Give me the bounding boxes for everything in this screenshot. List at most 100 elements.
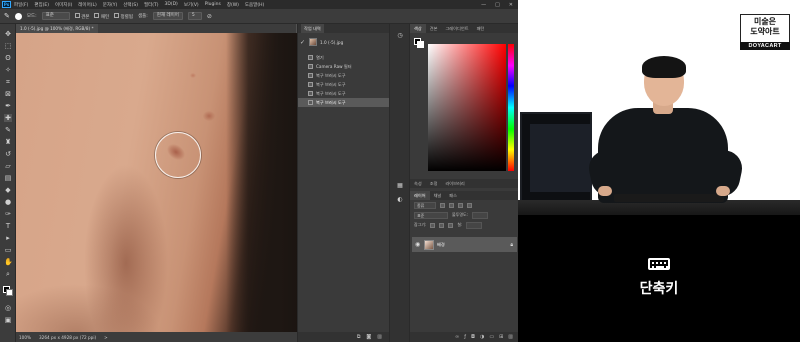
menu-edit[interactable]: 편집(E) <box>34 2 49 8</box>
move-tool-icon[interactable]: ✥ <box>4 30 12 38</box>
menu-3d[interactable]: 3D(D) <box>165 2 178 7</box>
quick-mask-icon[interactable]: ◎ <box>4 304 12 312</box>
tab-channels[interactable]: 채널 <box>430 191 446 200</box>
source-sampled-radio[interactable] <box>74 12 80 18</box>
minimize-button[interactable]: — <box>481 2 486 8</box>
zoom-level[interactable]: 100% <box>19 335 31 340</box>
dodge-tool-icon[interactable]: ● <box>4 198 12 206</box>
source-pattern-radio[interactable] <box>94 12 100 18</box>
history-step[interactable]: 복구 브러시 도구 <box>298 71 390 80</box>
visibility-eye-icon[interactable]: ◉ <box>415 241 421 248</box>
history-source-icon[interactable]: ✓ <box>300 39 306 46</box>
tab-color[interactable]: 색상 <box>410 24 426 33</box>
document-tab[interactable]: 1.0 (-5).jpg @ 100% (배경, RGB/8) * <box>16 24 98 33</box>
close-button[interactable]: ✕ <box>509 2 513 8</box>
lock-position-icon[interactable] <box>448 222 454 228</box>
tab-adjustments[interactable]: 조정 <box>426 179 442 188</box>
tab-swatches[interactable]: 견본 <box>426 24 442 33</box>
menu-window[interactable]: 창(W) <box>227 2 239 8</box>
panel-background-swatch[interactable] <box>417 41 424 48</box>
menu-file[interactable]: 파일(F) <box>14 2 28 8</box>
layer-row[interactable]: ◉ 배경 🔒︎ <box>412 237 517 252</box>
history-brush-tool-icon[interactable]: ↺ <box>4 150 12 158</box>
blend-mode-dropdown[interactable]: 표준 <box>414 211 448 219</box>
menu-view[interactable]: 보기(V) <box>184 2 199 8</box>
menu-select[interactable]: 선택(S) <box>123 2 138 8</box>
adjustment-layer-icon[interactable]: ◑ <box>480 334 484 340</box>
aligned-option[interactable]: 정렬됨 <box>114 12 133 20</box>
eraser-tool-icon[interactable]: ▱ <box>4 162 12 170</box>
type-tool-icon[interactable]: T <box>4 222 12 230</box>
crop-tool-icon[interactable]: ⌗ <box>4 78 12 86</box>
fill-field[interactable] <box>466 221 483 229</box>
mode-dropdown[interactable]: 표준 <box>41 12 70 20</box>
source-sampled-option[interactable]: 견본 <box>74 12 89 20</box>
menu-type[interactable]: 문자(Y) <box>103 2 118 8</box>
history-step-active[interactable]: 복구 브러시 도구 <box>298 98 390 107</box>
tab-gradients[interactable]: 그레이디언트 <box>441 24 472 33</box>
add-mask-icon[interactable]: ◘ <box>471 334 475 340</box>
frame-tool-icon[interactable]: ⊠ <box>4 90 12 98</box>
layer-style-icon[interactable]: ƒ <box>464 334 466 340</box>
brush-preset-picker[interactable] <box>14 12 22 20</box>
background-color-swatch[interactable] <box>6 289 13 296</box>
path-select-tool-icon[interactable]: ▸ <box>4 234 12 242</box>
history-panel-title[interactable]: 작업 내역 <box>301 24 324 33</box>
menu-image[interactable]: 이미지(I) <box>55 2 72 8</box>
pen-tool-icon[interactable]: ✑ <box>4 210 12 218</box>
healing-brush-tool-icon[interactable]: ✎ <box>4 12 10 20</box>
history-step[interactable]: 복구 브러시 도구 <box>298 89 390 98</box>
source-pattern-option[interactable]: 패턴 <box>94 12 109 20</box>
new-layer-icon[interactable]: ⊞ <box>499 334 503 340</box>
clone-stamp-tool-icon[interactable]: ♜ <box>4 138 12 146</box>
properties-panel-icon[interactable]: ▦ <box>396 182 404 190</box>
filter-pixel-icon[interactable] <box>440 202 445 208</box>
trash-icon[interactable]: ▥ <box>508 334 513 340</box>
lock-transparency-icon[interactable] <box>430 222 436 228</box>
filter-adjustment-icon[interactable] <box>449 202 454 208</box>
history-panel-icon[interactable]: ◷ <box>396 32 404 40</box>
opacity-field[interactable] <box>472 211 489 219</box>
hand-tool-icon[interactable]: ✋ <box>4 258 13 266</box>
diffusion-field[interactable]: 5 <box>187 12 202 20</box>
aligned-checkbox[interactable] <box>114 12 120 18</box>
menu-help[interactable]: 도움말(H) <box>245 2 264 8</box>
lasso-tool-icon[interactable]: ʘ <box>4 54 12 62</box>
pressure-size-icon[interactable]: ⊘ <box>207 13 212 20</box>
blur-tool-icon[interactable]: ◆ <box>4 186 12 194</box>
trash-icon[interactable]: ▥ <box>377 334 382 340</box>
adjustments-panel-icon[interactable]: ◐ <box>396 196 404 204</box>
tab-layers[interactable]: 레이어 <box>410 191 430 200</box>
layer-kind-filter[interactable]: 종류 <box>414 201 436 209</box>
brush-tool-icon[interactable]: ✎ <box>4 126 12 134</box>
hue-slider[interactable] <box>508 44 514 171</box>
history-step[interactable]: 열기 <box>298 53 390 62</box>
history-snapshot[interactable]: ✓ 1.0 (-5).jpg <box>300 36 388 48</box>
tab-paths[interactable]: 패스 <box>445 191 461 200</box>
new-document-from-state-icon[interactable]: ⧉ <box>357 334 361 340</box>
eyedropper-tool-icon[interactable]: ✒ <box>4 102 12 110</box>
healing-brush-tool-icon[interactable]: ✚ <box>4 114 12 122</box>
quick-select-tool-icon[interactable]: ✧ <box>4 66 12 74</box>
status-arrow-icon[interactable]: > <box>104 335 108 340</box>
gradient-tool-icon[interactable]: ▤ <box>4 174 12 182</box>
history-step[interactable]: Camera Raw 필터 <box>298 62 390 71</box>
link-layers-icon[interactable]: ∞ <box>455 334 459 340</box>
menu-layer[interactable]: 레이어(L) <box>78 2 96 8</box>
tab-properties[interactable]: 속성 <box>410 179 426 188</box>
marquee-tool-icon[interactable]: ⬚ <box>4 42 12 50</box>
menu-plugins[interactable]: Plugins <box>205 2 221 7</box>
lock-pixels-icon[interactable] <box>439 222 445 228</box>
color-picker-field[interactable] <box>428 44 506 171</box>
filter-shape-icon[interactable] <box>467 202 472 208</box>
tab-libraries[interactable]: 라이브러리 <box>441 179 468 188</box>
zoom-tool-icon[interactable]: ⌕ <box>4 270 12 278</box>
menu-filter[interactable]: 필터(T) <box>144 2 159 8</box>
sample-dropdown[interactable]: 현재 레이어 <box>152 12 183 20</box>
tab-patterns[interactable]: 패턴 <box>473 24 489 33</box>
maximize-button[interactable]: □ <box>495 2 500 8</box>
new-group-icon[interactable]: ▭ <box>489 334 494 340</box>
screen-mode-icon[interactable]: ▣ <box>4 316 12 324</box>
camera-snapshot-icon[interactable]: ◙ <box>366 334 371 340</box>
image-canvas[interactable] <box>16 33 297 332</box>
